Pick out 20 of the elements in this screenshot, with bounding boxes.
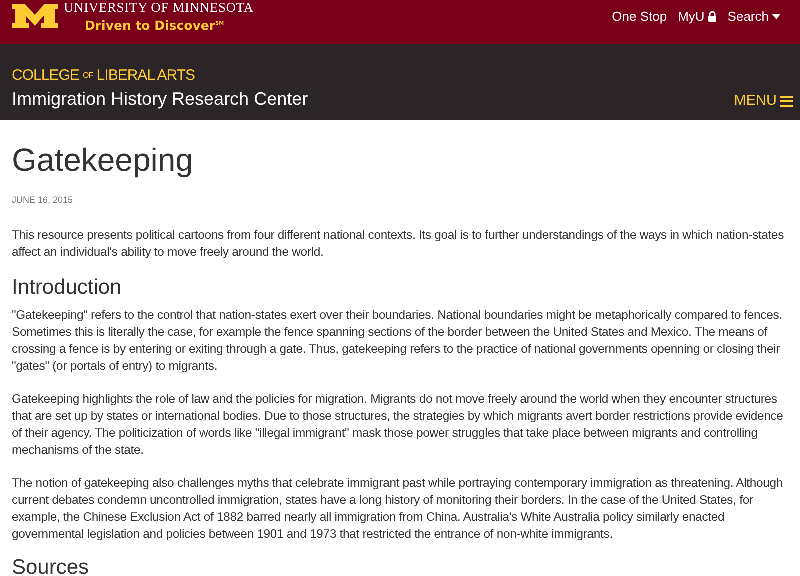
nav-link[interactable]: One Stop — [612, 9, 668, 24]
lock-icon — [708, 11, 717, 22]
center-name[interactable]: Immigration History Research Center — [12, 88, 308, 110]
university-name: UNIVERSITY OF MINNESOTA — [64, 0, 254, 16]
tagline: Driven to Discover$^{SM}$ — [85, 17, 224, 34]
paragraph: "Gatekeeping" refers to the control that nation-states exert over their boundaries. National boundaries might be metaphorically compared to fences. Sometimes this is literally the case, for example the fence spanning sections of the border between the United States and Mexico. The means of crossing a fence is by entering or exiting through a gate. Thus, gatekeeping refers to the practice of national governments openning or closing their "gates" (or portals of entry) to migrants. — [12, 307, 784, 375]
menu-button[interactable]: MENU — [734, 93, 793, 109]
section-heading: Sources — [12, 556, 90, 576]
section-heading: Introduction — [12, 275, 123, 301]
nav-link[interactable]: MyU — [678, 9, 717, 24]
block-m-logo-icon — [12, 4, 58, 28]
nav-link[interactable]: Search — [728, 9, 781, 24]
paragraph: Gatekeeping highlights the role of law and the policies for migration. Migrants do not move freely around the world when they encounter structures that are set up by states or international bodies. Due to those structures, the strategies by which migrants avert border restrictions provide evidence of their agency. The politicization of words like "illegal immigrant" mask those power struggles that take place between migrants and controlling mechanisms of the state. — [12, 391, 784, 459]
menu-icon — [780, 96, 793, 106]
college-name[interactable]: COLLEGE $^{OF}$ LIBERAL ARTS — [12, 68, 308, 84]
caret-icon — [772, 14, 781, 20]
post-date: JUNE 16, 2015 — [12, 195, 74, 205]
paragraph: The notion of gatekeeping also challenges myths that celebrate immigrant past while portraying contemporary immigration as threatening. Although current debates condemn uncontrolled immigration, states have a long history of monitoring their borders. In the case of the United States, for example, the Chinese Exclusion Act of 1882 barred nearly all immigration from China. Australia's White Australia policy similarly enacted governmental legislation and policies between 1901 and 1973 that restricted the entrance of non-white immigrants. — [12, 475, 784, 543]
paragraph: This resource presents political cartoons from four different national contexts. Its goal is to further understandings of the ways in which nation-states affect an individual's ability to move freely around the world. — [12, 227, 786, 261]
page-title: Gatekeeping — [12, 141, 194, 179]
